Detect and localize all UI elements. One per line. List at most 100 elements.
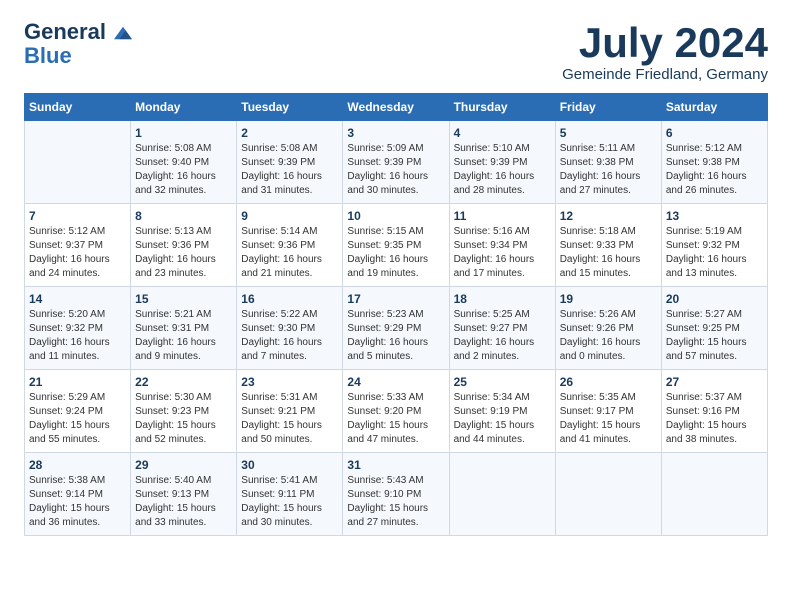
calendar-week-row: 1 Sunrise: 5:08 AM Sunset: 9:40 PM Daylig…: [25, 121, 768, 204]
calendar-cell: [25, 121, 131, 204]
day-number: 6: [666, 126, 763, 140]
day-number: 3: [347, 126, 444, 140]
calendar-week-row: 21 Sunrise: 5:29 AM Sunset: 9:24 PM Dayli…: [25, 370, 768, 453]
day-number: 26: [560, 375, 657, 389]
calendar-cell: 25Sunrise: 5:34 AM Sunset: 9:19 PM Dayli…: [449, 370, 555, 453]
day-info: Sunrise: 5:29 AM Sunset: 9:24 PM Dayligh…: [29, 391, 126, 447]
day-info: Sunrise: 5:40 AM Sunset: 9:13 PM Dayligh…: [135, 474, 232, 530]
day-info: Sunrise: 5:27 AM Sunset: 9:25 PM Dayligh…: [666, 308, 763, 364]
day-number: 1: [135, 126, 232, 140]
day-info: Sunrise: 5:12 AM Sunset: 9:37 PM Dayligh…: [29, 225, 126, 281]
calendar-cell: 12 Sunrise: 5:18 AM Sunset: 9:33 PM Dayli…: [555, 204, 661, 287]
calendar-cell: 7 Sunrise: 5:12 AM Sunset: 9:37 PM Daylig…: [25, 204, 131, 287]
day-number: 24: [347, 375, 444, 389]
day-info: Sunrise: 5:11 AM Sunset: 9:38 PM Dayligh…: [560, 142, 657, 198]
day-number: 22: [135, 375, 232, 389]
day-number: 8: [135, 209, 232, 223]
day-number: 13: [666, 209, 763, 223]
calendar-week-row: 7 Sunrise: 5:12 AM Sunset: 9:37 PM Daylig…: [25, 204, 768, 287]
calendar-cell: 20Sunrise: 5:27 AM Sunset: 9:25 PM Dayli…: [661, 287, 767, 370]
day-info: Sunrise: 5:14 AM Sunset: 9:36 PM Dayligh…: [241, 225, 338, 281]
calendar-cell: 14Sunrise: 5:20 AM Sunset: 9:32 PM Dayli…: [25, 287, 131, 370]
day-info: Sunrise: 5:09 AM Sunset: 9:39 PM Dayligh…: [347, 142, 444, 198]
day-header-saturday: Saturday: [661, 94, 767, 121]
calendar-cell: 22 Sunrise: 5:30 AM Sunset: 9:23 PM Dayli…: [131, 370, 237, 453]
calendar-cell: 29 Sunrise: 5:40 AM Sunset: 9:13 PM Dayli…: [131, 453, 237, 536]
calendar-cell: [555, 453, 661, 536]
day-number: 7: [29, 209, 126, 223]
day-number: 14: [29, 292, 126, 306]
day-number: 12: [560, 209, 657, 223]
header: General Blue July 2024 Gemeinde Friedlan…: [24, 20, 768, 83]
day-header-wednesday: Wednesday: [343, 94, 449, 121]
day-number: 9: [241, 209, 338, 223]
calendar-cell: 21 Sunrise: 5:29 AM Sunset: 9:24 PM Dayli…: [25, 370, 131, 453]
day-info: Sunrise: 5:34 AM Sunset: 9:19 PM Dayligh…: [454, 391, 551, 447]
day-info: Sunrise: 5:30 AM Sunset: 9:23 PM Dayligh…: [135, 391, 232, 447]
day-number: 16: [241, 292, 338, 306]
day-info: Sunrise: 5:22 AM Sunset: 9:30 PM Dayligh…: [241, 308, 338, 364]
day-number: 15: [135, 292, 232, 306]
day-info: Sunrise: 5:18 AM Sunset: 9:33 PM Dayligh…: [560, 225, 657, 281]
calendar-cell: 8Sunrise: 5:13 AM Sunset: 9:36 PM Daylig…: [131, 204, 237, 287]
calendar-cell: 2 Sunrise: 5:08 AM Sunset: 9:39 PM Daylig…: [237, 121, 343, 204]
calendar-table: SundayMondayTuesdayWednesdayThursdayFrid…: [24, 93, 768, 536]
day-header-friday: Friday: [555, 94, 661, 121]
day-info: Sunrise: 5:23 AM Sunset: 9:29 PM Dayligh…: [347, 308, 444, 364]
day-number: 28: [29, 458, 126, 472]
day-header-thursday: Thursday: [449, 94, 555, 121]
calendar-cell: 19 Sunrise: 5:26 AM Sunset: 9:26 PM Dayli…: [555, 287, 661, 370]
calendar-cell: 5 Sunrise: 5:11 AM Sunset: 9:38 PM Daylig…: [555, 121, 661, 204]
calendar-cell: 1 Sunrise: 5:08 AM Sunset: 9:40 PM Daylig…: [131, 121, 237, 204]
day-number: 4: [454, 126, 551, 140]
day-info: Sunrise: 5:26 AM Sunset: 9:26 PM Dayligh…: [560, 308, 657, 364]
day-number: 5: [560, 126, 657, 140]
day-info: Sunrise: 5:12 AM Sunset: 9:38 PM Dayligh…: [666, 142, 763, 198]
title-area: July 2024 Gemeinde Friedland, Germany: [562, 20, 768, 83]
day-number: 11: [454, 209, 551, 223]
day-info: Sunrise: 5:08 AM Sunset: 9:39 PM Dayligh…: [241, 142, 338, 198]
calendar-cell: 28Sunrise: 5:38 AM Sunset: 9:14 PM Dayli…: [25, 453, 131, 536]
day-number: 2: [241, 126, 338, 140]
day-info: Sunrise: 5:33 AM Sunset: 9:20 PM Dayligh…: [347, 391, 444, 447]
day-info: Sunrise: 5:41 AM Sunset: 9:11 PM Dayligh…: [241, 474, 338, 530]
day-info: Sunrise: 5:19 AM Sunset: 9:32 PM Dayligh…: [666, 225, 763, 281]
calendar-cell: 26 Sunrise: 5:35 AM Sunset: 9:17 PM Dayli…: [555, 370, 661, 453]
day-info: Sunrise: 5:43 AM Sunset: 9:10 PM Dayligh…: [347, 474, 444, 530]
calendar-cell: 6 Sunrise: 5:12 AM Sunset: 9:38 PM Daylig…: [661, 121, 767, 204]
calendar-cell: 30 Sunrise: 5:41 AM Sunset: 9:11 PM Dayli…: [237, 453, 343, 536]
logo-blue: Blue: [24, 44, 72, 68]
calendar-cell: 23Sunrise: 5:31 AM Sunset: 9:21 PM Dayli…: [237, 370, 343, 453]
calendar-header-row: SundayMondayTuesdayWednesdayThursdayFrid…: [25, 94, 768, 121]
day-number: 27: [666, 375, 763, 389]
day-info: Sunrise: 5:35 AM Sunset: 9:17 PM Dayligh…: [560, 391, 657, 447]
calendar-week-row: 14Sunrise: 5:20 AM Sunset: 9:32 PM Dayli…: [25, 287, 768, 370]
day-header-tuesday: Tuesday: [237, 94, 343, 121]
day-number: 23: [241, 375, 338, 389]
day-number: 31: [347, 458, 444, 472]
day-info: Sunrise: 5:15 AM Sunset: 9:35 PM Dayligh…: [347, 225, 444, 281]
logo: General Blue: [24, 20, 132, 68]
calendar-cell: 15Sunrise: 5:21 AM Sunset: 9:31 PM Dayli…: [131, 287, 237, 370]
calendar-cell: 11 Sunrise: 5:16 AM Sunset: 9:34 PM Dayli…: [449, 204, 555, 287]
day-number: 30: [241, 458, 338, 472]
subtitle: Gemeinde Friedland, Germany: [562, 66, 768, 83]
calendar-cell: 31 Sunrise: 5:43 AM Sunset: 9:10 PM Dayli…: [343, 453, 449, 536]
calendar-cell: 9 Sunrise: 5:14 AM Sunset: 9:36 PM Daylig…: [237, 204, 343, 287]
calendar-cell: 16 Sunrise: 5:22 AM Sunset: 9:30 PM Dayli…: [237, 287, 343, 370]
day-info: Sunrise: 5:16 AM Sunset: 9:34 PM Dayligh…: [454, 225, 551, 281]
day-number: 21: [29, 375, 126, 389]
month-title: July 2024: [562, 20, 768, 66]
calendar-cell: 18Sunrise: 5:25 AM Sunset: 9:27 PM Dayli…: [449, 287, 555, 370]
calendar-cell: 4Sunrise: 5:10 AM Sunset: 9:39 PM Daylig…: [449, 121, 555, 204]
day-number: 19: [560, 292, 657, 306]
day-number: 18: [454, 292, 551, 306]
day-info: Sunrise: 5:37 AM Sunset: 9:16 PM Dayligh…: [666, 391, 763, 447]
day-info: Sunrise: 5:08 AM Sunset: 9:40 PM Dayligh…: [135, 142, 232, 198]
calendar-cell: 17 Sunrise: 5:23 AM Sunset: 9:29 PM Dayli…: [343, 287, 449, 370]
day-number: 17: [347, 292, 444, 306]
calendar-cell: [661, 453, 767, 536]
day-header-monday: Monday: [131, 94, 237, 121]
day-number: 29: [135, 458, 232, 472]
calendar-cell: 24 Sunrise: 5:33 AM Sunset: 9:20 PM Dayli…: [343, 370, 449, 453]
